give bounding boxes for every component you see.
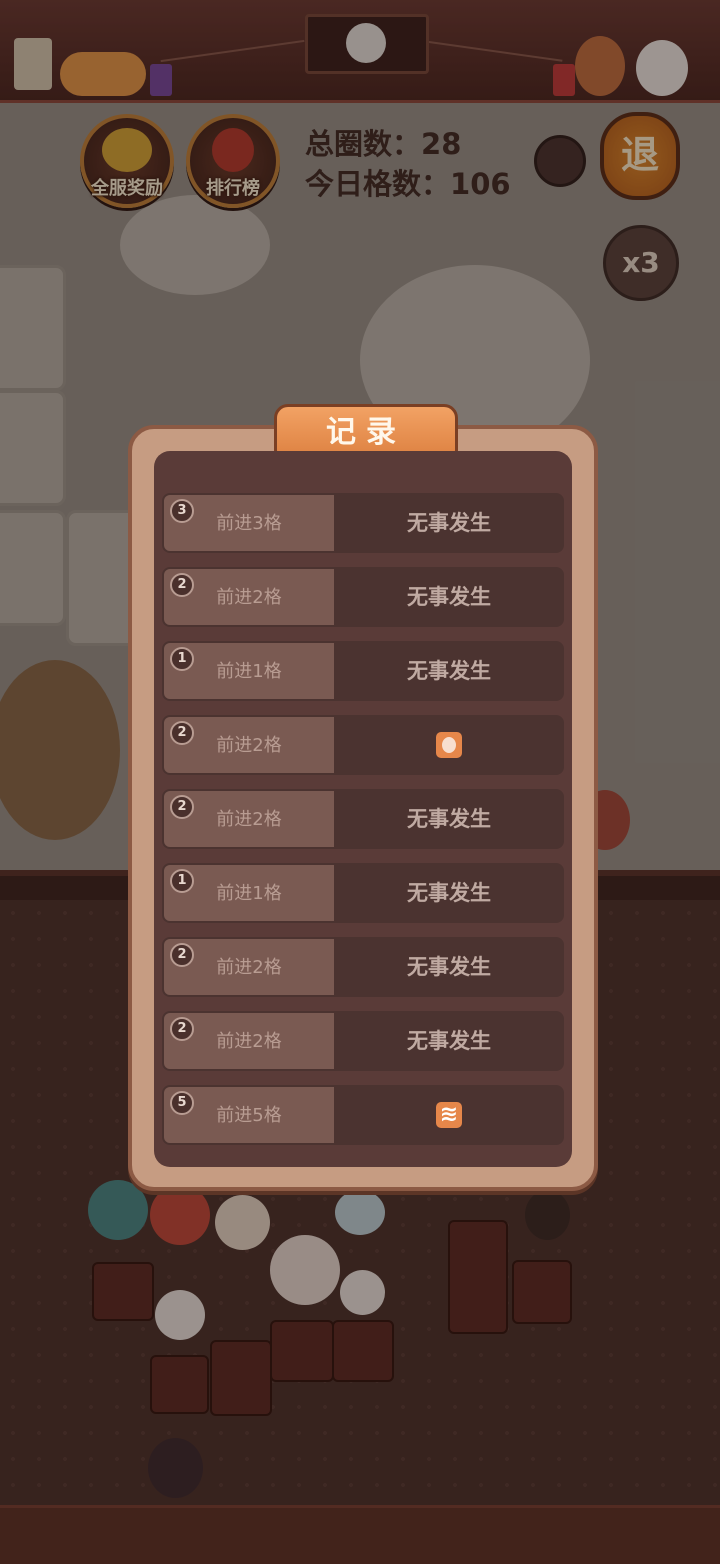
record-row: 前进2格 2 无事发生	[162, 567, 564, 627]
record-result: 无事发生	[407, 585, 491, 609]
record-row: 前进2格 2 无事发生	[162, 789, 564, 849]
record-list: 前进3格 3 无事发生 前进2格 2 无事发生 前进1格 1 无事发生 前进2格…	[154, 451, 572, 1167]
record-row: 前进5格 5	[162, 1085, 564, 1145]
record-row: 前进2格 2 无事发生	[162, 1011, 564, 1071]
record-dialog: 记录 前进3格 3 无事发生 前进2格 2 无事发生 前进1格 1 无事发生 前…	[128, 404, 598, 1191]
dice-badge: 1	[170, 647, 194, 671]
dice-badge: 2	[170, 943, 194, 967]
record-result: 无事发生	[407, 881, 491, 905]
record-row: 前进1格 1 无事发生	[162, 641, 564, 701]
record-result: 无事发生	[407, 511, 491, 535]
record-row: 前进1格 1 无事发生	[162, 863, 564, 923]
record-result: 无事发生	[407, 955, 491, 979]
record-result: 无事发生	[407, 659, 491, 683]
record-result	[336, 717, 562, 773]
dice-badge: 1	[170, 869, 194, 893]
pig-token-icon	[436, 731, 462, 758]
record-row: 前进3格 3 无事发生	[162, 493, 564, 553]
record-result: 无事发生	[407, 1029, 491, 1053]
wave-token-icon	[436, 1101, 462, 1128]
dice-badge: 2	[170, 573, 194, 597]
record-result: 无事发生	[407, 807, 491, 831]
record-row: 前进2格 2	[162, 715, 564, 775]
record-row: 前进2格 2 无事发生	[162, 937, 564, 997]
dice-badge: 2	[170, 721, 194, 745]
dice-badge: 2	[170, 1017, 194, 1041]
dice-badge: 5	[170, 1091, 194, 1115]
record-result	[336, 1087, 562, 1143]
dice-badge: 3	[170, 499, 194, 523]
dice-badge: 2	[170, 795, 194, 819]
